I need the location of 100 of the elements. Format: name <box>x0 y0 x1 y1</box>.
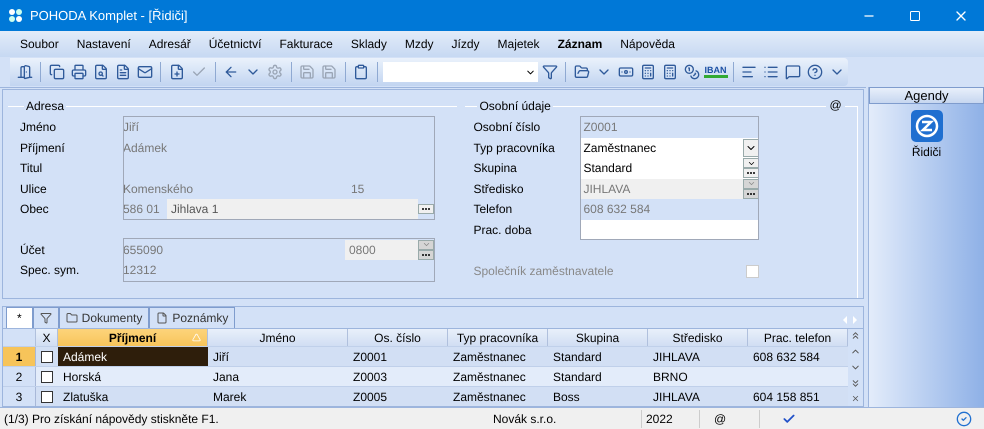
first-record-icon[interactable] <box>850 330 861 341</box>
column-header[interactable]: X <box>36 329 58 346</box>
ellipsis-button[interactable] <box>418 204 434 214</box>
table-cell: Adámek <box>58 347 208 366</box>
status-message: (1/3) Pro získání nápovědy stiskněte F1. <box>3 410 220 428</box>
field-label: Skupina <box>473 160 518 178</box>
group-title: Osobní údaje <box>478 98 552 115</box>
checkbox-label: Společník zaměstnavatele <box>473 263 614 280</box>
table-cell-text: Boss <box>552 388 581 406</box>
tab[interactable] <box>32 307 59 328</box>
field-label: Obec <box>20 201 50 218</box>
table-cell-text: Standard <box>552 368 603 386</box>
menu-item[interactable]: Soubor <box>20 35 59 53</box>
menu-item[interactable]: Sklady <box>350 35 387 53</box>
window-title: POHODA Komplet - [Řidiči] <box>30 6 188 25</box>
column-header[interactable]: Os. číslo <box>348 329 448 346</box>
field-label: Typ pracovníka <box>473 140 556 157</box>
table-cell-text: Standard <box>552 348 603 366</box>
column-header[interactable]: Prac. telefon <box>748 329 848 346</box>
menu-item[interactable]: Nápověda <box>620 35 675 53</box>
input-field[interactable]: Jihlava 1 <box>167 199 418 220</box>
agenda-label[interactable]: Řidiči <box>912 143 942 161</box>
table-cell-text: Zaměstnanec <box>452 368 527 386</box>
column-header[interactable]: Skupina <box>548 329 648 346</box>
company-name: Novák s.r.o. <box>490 410 642 428</box>
ellipsis-icon <box>422 254 430 256</box>
field-label: Příjmení <box>20 140 66 157</box>
table-cell-text: Z0001 <box>352 348 388 366</box>
column-header[interactable]: Středisko <box>648 329 748 346</box>
filter-icon <box>40 312 52 324</box>
dropdown-button[interactable] <box>743 158 760 168</box>
menu-item[interactable]: Účetnictví <box>208 35 262 53</box>
table-cell-text: Horská <box>62 368 102 386</box>
row-number[interactable]: 2 <box>3 367 36 386</box>
row-number[interactable]: 1 <box>3 347 36 366</box>
field-label: Ulice <box>20 180 48 198</box>
note-icon <box>156 312 168 324</box>
app-icon <box>8 8 24 24</box>
table-cell-text: Jana <box>212 368 240 386</box>
checkbox[interactable] <box>41 350 53 362</box>
table-cell-text: Z0003 <box>352 368 388 386</box>
field-label: Středisko <box>473 180 524 198</box>
field-value: 12312 <box>123 262 156 280</box>
folder-icon <box>66 312 78 324</box>
table-cell-text: 608 632 584 <box>752 348 821 366</box>
checkmark-icon <box>782 412 796 426</box>
column-header[interactable]: Jméno <box>208 329 348 346</box>
field-label: Osobní číslo <box>473 119 542 136</box>
table-cell-text: JIHLAVA <box>652 388 701 406</box>
table-cell-text: Zaměstnanec <box>452 388 527 406</box>
ellipsis-icon <box>747 172 756 174</box>
menu-item[interactable]: Mzdy <box>404 35 434 53</box>
menu-item[interactable]: Adresář <box>148 35 191 53</box>
year: 2022 <box>642 410 700 428</box>
field-label: Jméno <box>20 119 58 136</box>
table-cell-text: Zaměstnanec <box>452 348 527 366</box>
dropdown-button[interactable] <box>743 138 760 157</box>
ellipsis-button[interactable] <box>418 250 434 260</box>
table-cell-text: 604 158 851 <box>752 388 821 406</box>
last-record-icon[interactable] <box>850 378 861 389</box>
tab[interactable]: * <box>6 307 33 328</box>
field-value: Jiří <box>123 119 139 136</box>
ellipsis-button[interactable] <box>743 168 760 178</box>
menu-item[interactable]: Nastavení <box>76 35 131 53</box>
input-field[interactable]: 0800 <box>345 240 418 260</box>
field-label: Titul <box>20 160 44 178</box>
status-check-icon <box>956 410 972 426</box>
field-label: Telefon <box>473 201 514 218</box>
panel-header: Agendy <box>869 87 984 104</box>
field-value: 608 632 584 <box>582 201 650 218</box>
table-cell-text: Z0005 <box>352 388 388 406</box>
field-label: Účet <box>20 242 46 259</box>
field-value: 655090 <box>123 242 164 259</box>
table-cell-text: Marek <box>212 388 248 406</box>
column-header[interactable]: Příjmení <box>58 329 208 346</box>
maximize-icon[interactable] <box>909 10 921 22</box>
menu-item[interactable]: Záznam <box>558 35 602 53</box>
agenda-icon[interactable] <box>910 109 944 143</box>
checkbox[interactable] <box>41 390 53 402</box>
table-cell-text: Zlatuška <box>62 388 110 406</box>
group-title: Adresa <box>25 98 66 115</box>
field-value: Z0001 <box>582 119 618 136</box>
table-cell-text: BRNO <box>652 368 689 386</box>
field-value: Adámek <box>123 140 168 157</box>
menu-item[interactable]: Jízdy <box>452 35 480 53</box>
ellipsis-icon <box>422 208 430 210</box>
email-indicator: @ <box>700 410 760 428</box>
table-cell-text: JIHLAVA <box>652 348 701 366</box>
menu-item[interactable]: Majetek <box>498 35 540 53</box>
dropdown-field[interactable]: Zaměstnanec <box>580 138 760 158</box>
tab[interactable]: Poznámky <box>149 307 236 328</box>
menu-item[interactable]: Fakturace <box>279 35 333 53</box>
ellipsis-icon <box>747 192 756 195</box>
sort-icon <box>192 333 201 342</box>
input-field[interactable] <box>580 220 760 240</box>
field-value: 586 01 <box>123 201 161 218</box>
close-icon[interactable] <box>851 394 860 403</box>
tab[interactable]: Dokumenty <box>58 307 150 328</box>
column-header[interactable]: Typ pracovníka <box>448 329 548 346</box>
checkbox[interactable] <box>41 370 53 382</box>
